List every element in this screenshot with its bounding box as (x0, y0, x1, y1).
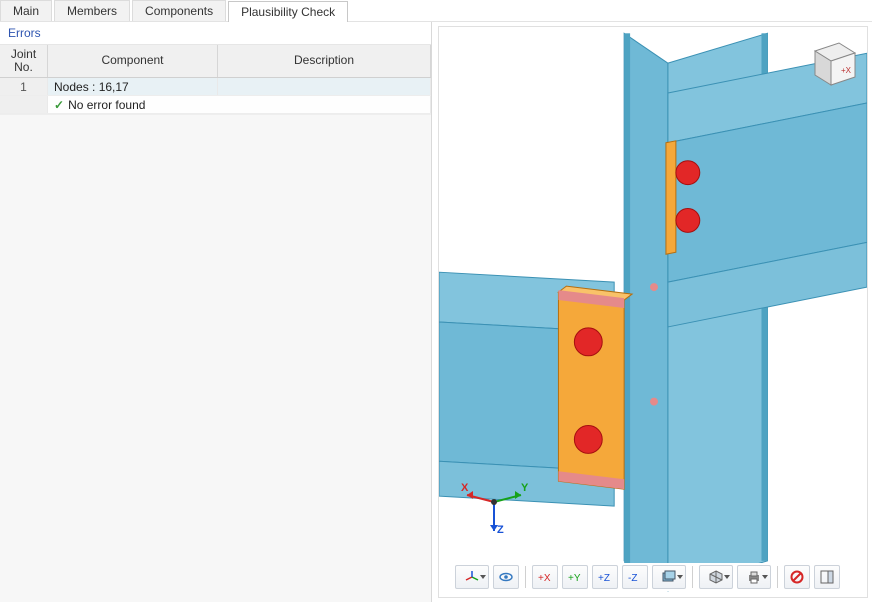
3d-viewport[interactable]: +X X Y Z (438, 26, 868, 598)
view-toolbar: +X +Y +Z -Z (455, 563, 859, 591)
visibility-button[interactable] (493, 565, 519, 589)
iso-view-icon (708, 569, 724, 585)
view-y-button[interactable]: +Y (562, 565, 588, 589)
col-header-joint[interactable]: Joint No. (0, 45, 48, 77)
check-icon: ✓ (54, 98, 64, 112)
panel-fill (0, 114, 431, 602)
col-header-component[interactable]: Component (48, 45, 218, 77)
tab-bar: Main Members Components Plausibility Che… (0, 0, 872, 22)
panel-title: Errors (0, 22, 431, 45)
tab-members[interactable]: Members (54, 0, 130, 21)
axis-y-plus-icon: +Y (567, 569, 583, 585)
svg-text:-Z: -Z (628, 573, 637, 584)
cell-component: Nodes : 16,17 (48, 78, 218, 95)
tab-components[interactable]: Components (132, 0, 226, 21)
print-icon (746, 569, 762, 585)
end-plate-right (666, 141, 676, 254)
axis-x-plus-icon: +X (537, 569, 553, 585)
right-beam-member (668, 53, 867, 327)
view-z-plus-button[interactable]: +Z (592, 565, 618, 589)
iso-view-button[interactable] (699, 565, 733, 589)
svg-text:+X: +X (841, 66, 852, 75)
disable-button[interactable] (784, 565, 810, 589)
svg-text:+X: +X (538, 573, 551, 584)
bolt-small-icon (650, 283, 658, 291)
table-row[interactable]: ✓ No error found (0, 96, 431, 114)
svg-text:+Y: +Y (568, 573, 581, 584)
view-x-button[interactable]: +X (532, 565, 558, 589)
axes-button[interactable] (455, 565, 489, 589)
axis-z-plus-icon: +Z (597, 569, 613, 585)
render-style-icon (661, 569, 677, 585)
cell-description (218, 78, 431, 95)
panel-toggle-button[interactable] (814, 565, 840, 589)
cell-joint: 1 (0, 78, 48, 95)
end-plate-left (558, 286, 632, 489)
axes-icon (464, 569, 480, 585)
print-button[interactable] (737, 565, 771, 589)
nav-cube[interactable]: +X (803, 35, 859, 91)
eye-icon (498, 569, 514, 585)
view-z-minus-button[interactable]: -Z (622, 565, 648, 589)
connection-scene (439, 27, 867, 597)
tab-plausibility[interactable]: Plausibility Check (228, 1, 348, 22)
tab-main[interactable]: Main (0, 0, 52, 21)
errors-panel: Errors Joint No. Component Description 1… (0, 22, 432, 602)
disable-icon (789, 569, 805, 585)
bolt-icon (574, 328, 602, 356)
axis-z-minus-icon: -Z (627, 569, 643, 585)
errors-grid: Joint No. Component Description 1 Nodes … (0, 45, 431, 114)
bolt-icon (676, 161, 700, 185)
cell-joint (0, 96, 48, 113)
panel-toggle-icon (819, 569, 835, 585)
status-text: No error found (68, 98, 145, 112)
render-style-button[interactable] (652, 565, 686, 589)
cell-status: ✓ No error found (48, 96, 431, 113)
bolt-icon (574, 425, 602, 453)
bolt-icon (676, 208, 700, 232)
col-header-description[interactable]: Description (218, 45, 431, 77)
bolt-small-icon (650, 398, 658, 406)
table-row[interactable]: 1 Nodes : 16,17 (0, 78, 431, 96)
svg-text:+Z: +Z (598, 573, 610, 584)
